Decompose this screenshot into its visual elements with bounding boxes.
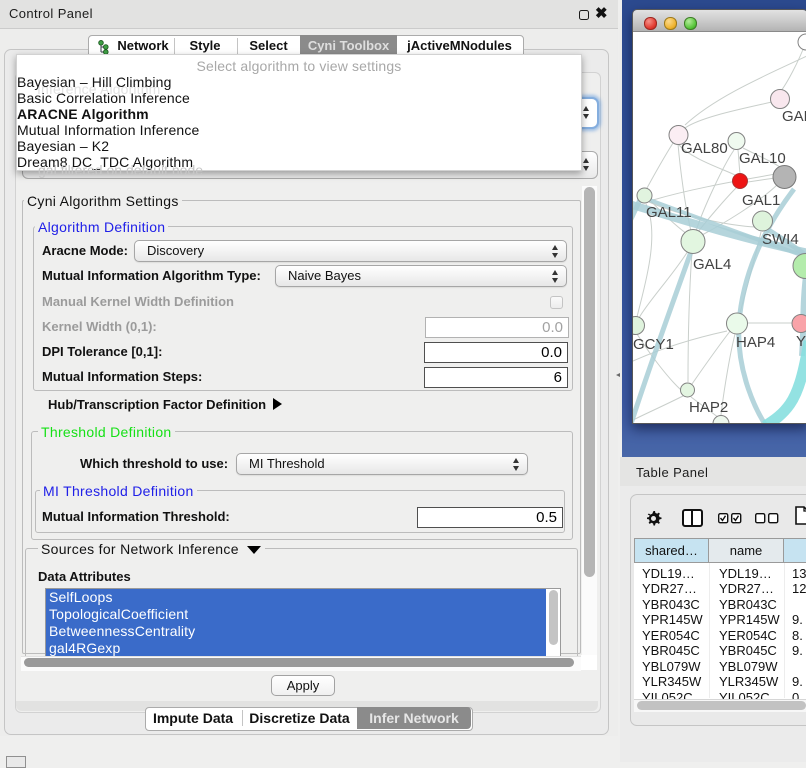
svg-text:GAL80: GAL80 <box>681 140 728 157</box>
svg-text:GAL2: GAL2 <box>782 108 806 125</box>
svg-text:GAL10: GAL10 <box>739 150 786 167</box>
svg-text:GAL11: GAL11 <box>646 204 692 221</box>
svg-text:GAL1: GAL1 <box>742 192 780 209</box>
svg-text:YM: YM <box>796 333 806 350</box>
svg-text:GCY1: GCY1 <box>633 336 674 353</box>
svg-text:GAL4: GAL4 <box>693 256 731 273</box>
svg-text:HAP4: HAP4 <box>736 334 775 351</box>
svg-text:HAP2: HAP2 <box>689 399 728 416</box>
svg-text:SWI4: SWI4 <box>762 231 799 248</box>
